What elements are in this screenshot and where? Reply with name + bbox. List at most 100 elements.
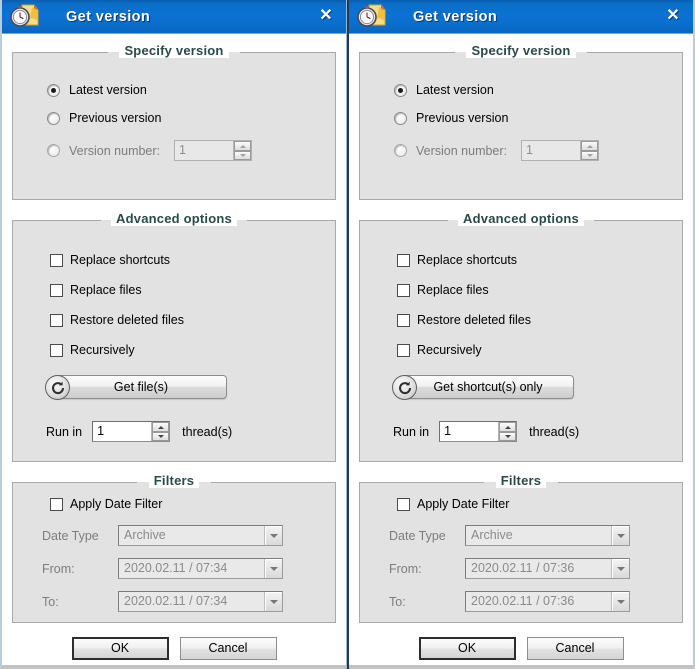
version-number-value[interactable]: 1 [522,141,580,160]
radio-latest-version[interactable] [394,83,407,97]
threads-stepper[interactable]: 1 [92,421,171,442]
radio-row-latest-version[interactable]: Latest version [47,83,335,97]
radio-row-version-number[interactable]: Version number: 1 [47,140,335,161]
threads-label: thread(s) [529,424,580,439]
radio-version-number[interactable] [47,144,60,157]
chevron-down-icon[interactable] [264,559,282,578]
radio-latest-version[interactable] [47,83,60,97]
to-date-row: To: 2020.02.11 / 07:36 [389,591,682,612]
group-advanced-options: Advanced options Replace shortcuts Repla… [12,211,336,462]
version-number-stepper[interactable]: 1 [174,140,253,161]
to-label: To: [389,594,406,609]
checkbox-replace-shortcuts[interactable] [397,253,410,267]
chevron-down-icon[interactable] [611,592,629,611]
chevron-down-icon[interactable] [611,559,629,578]
from-date-value: 2020.02.11 / 07:36 [471,561,575,575]
radio-version-number[interactable] [394,144,407,157]
date-type-select[interactable]: Archive [118,525,283,546]
get-shortcuts-only-button-label: Get shortcut(s) only [433,380,543,394]
dialog-button-bar: OK Cancel [349,627,693,669]
close-icon[interactable]: ✕ [316,6,336,26]
get-files-button-label: Get file(s) [113,380,169,394]
radio-row-previous-version[interactable]: Previous version [47,111,335,125]
title-bar[interactable]: Get version ✕ [349,0,693,34]
threads-stepper[interactable]: 1 [439,421,518,442]
get-action-row: Get shortcut(s) only [392,375,682,401]
threads-up-icon[interactable] [152,422,170,432]
checkbox-label-recursively: Recursively [70,343,135,357]
checkbox-restore-deleted-files[interactable] [50,313,63,327]
checkbox-row-apply-date-filter[interactable]: Apply Date Filter [50,497,335,511]
cancel-button[interactable]: Cancel [526,636,624,660]
checkbox-replace-files[interactable] [397,283,410,297]
radio-previous-version[interactable] [47,111,60,125]
checkbox-recursively[interactable] [397,343,410,357]
checkbox-row-replace-shortcuts[interactable]: Replace shortcuts [397,253,682,267]
chevron-down-icon[interactable] [264,526,282,545]
chevron-down-icon[interactable] [611,526,629,545]
radio-label-latest-version: Latest version [416,83,494,97]
date-type-label: Date Type [389,528,446,543]
version-number-stepper[interactable]: 1 [521,140,600,161]
ok-button[interactable]: OK [71,636,169,660]
checkbox-label-replace-shortcuts: Replace shortcuts [417,253,518,267]
threads-up-icon[interactable] [499,422,517,432]
radio-label-version-number: Version number: [416,143,508,158]
version-number-value[interactable]: 1 [175,141,233,160]
group-specify-version: Specify version Latest version Previous … [12,43,336,200]
threads-value[interactable]: 1 [93,422,151,441]
checkbox-label-recursively: Recursively [417,343,482,357]
date-type-select[interactable]: Archive [465,525,630,546]
threads-down-icon[interactable] [499,431,517,441]
checkbox-row-restore-deleted-files[interactable]: Restore deleted files [50,313,335,327]
date-type-value: Archive [471,528,513,542]
group-title-filters: Filters [13,473,335,488]
version-number-down-icon[interactable] [234,150,252,160]
checkbox-row-recursively[interactable]: Recursively [50,343,335,357]
checkbox-row-recursively[interactable]: Recursively [397,343,682,357]
checkbox-row-apply-date-filter[interactable]: Apply Date Filter [397,497,682,511]
chevron-down-icon[interactable] [264,592,282,611]
from-date-select[interactable]: 2020.02.11 / 07:36 [465,558,630,579]
run-in-threads-row: Run in 1 thread(s) [46,421,335,442]
from-date-row: From: 2020.02.11 / 07:34 [42,558,335,579]
group-specify-version: Specify version Latest version Previous … [359,43,683,200]
title-bar[interactable]: Get version ✕ [2,0,346,34]
version-number-down-icon[interactable] [581,150,599,160]
refresh-circle-icon[interactable] [392,375,417,400]
version-number-up-icon[interactable] [234,141,252,151]
to-date-select[interactable]: 2020.02.11 / 07:34 [118,591,283,612]
get-files-button[interactable]: Get file(s) [55,375,227,399]
radio-previous-version[interactable] [394,111,407,125]
checkbox-row-replace-files[interactable]: Replace files [397,283,682,297]
window-title: Get version [413,8,498,25]
close-icon[interactable]: ✕ [663,6,683,26]
refresh-circle-icon[interactable] [45,375,70,400]
checkbox-apply-date-filter[interactable] [50,497,63,511]
to-date-value: 2020.02.11 / 07:36 [471,594,575,608]
checkbox-replace-shortcuts[interactable] [50,253,63,267]
checkbox-apply-date-filter[interactable] [397,497,410,511]
cancel-button[interactable]: Cancel [179,636,277,660]
threads-down-icon[interactable] [152,431,170,441]
radio-row-previous-version[interactable]: Previous version [394,111,682,125]
ok-button[interactable]: OK [418,636,516,660]
checkbox-replace-files[interactable] [50,283,63,297]
to-label: To: [42,594,59,609]
to-date-select[interactable]: 2020.02.11 / 07:36 [465,591,630,612]
version-number-up-icon[interactable] [581,141,599,151]
radio-label-latest-version: Latest version [69,83,147,97]
from-date-select[interactable]: 2020.02.11 / 07:34 [118,558,283,579]
radio-row-latest-version[interactable]: Latest version [394,83,682,97]
checkbox-recursively[interactable] [50,343,63,357]
radio-row-version-number[interactable]: Version number: 1 [394,140,682,161]
threads-value[interactable]: 1 [440,422,498,441]
get-version-dialog-right: Get version ✕ Specify version Latest ver… [347,0,695,669]
cancel-button-label: Cancel [555,641,595,655]
checkbox-row-restore-deleted-files[interactable]: Restore deleted files [397,313,682,327]
group-title-specify-version: Specify version [13,43,335,58]
checkbox-row-replace-files[interactable]: Replace files [50,283,335,297]
checkbox-row-replace-shortcuts[interactable]: Replace shortcuts [50,253,335,267]
get-shortcuts-only-button[interactable]: Get shortcut(s) only [402,375,574,399]
checkbox-restore-deleted-files[interactable] [397,313,410,327]
